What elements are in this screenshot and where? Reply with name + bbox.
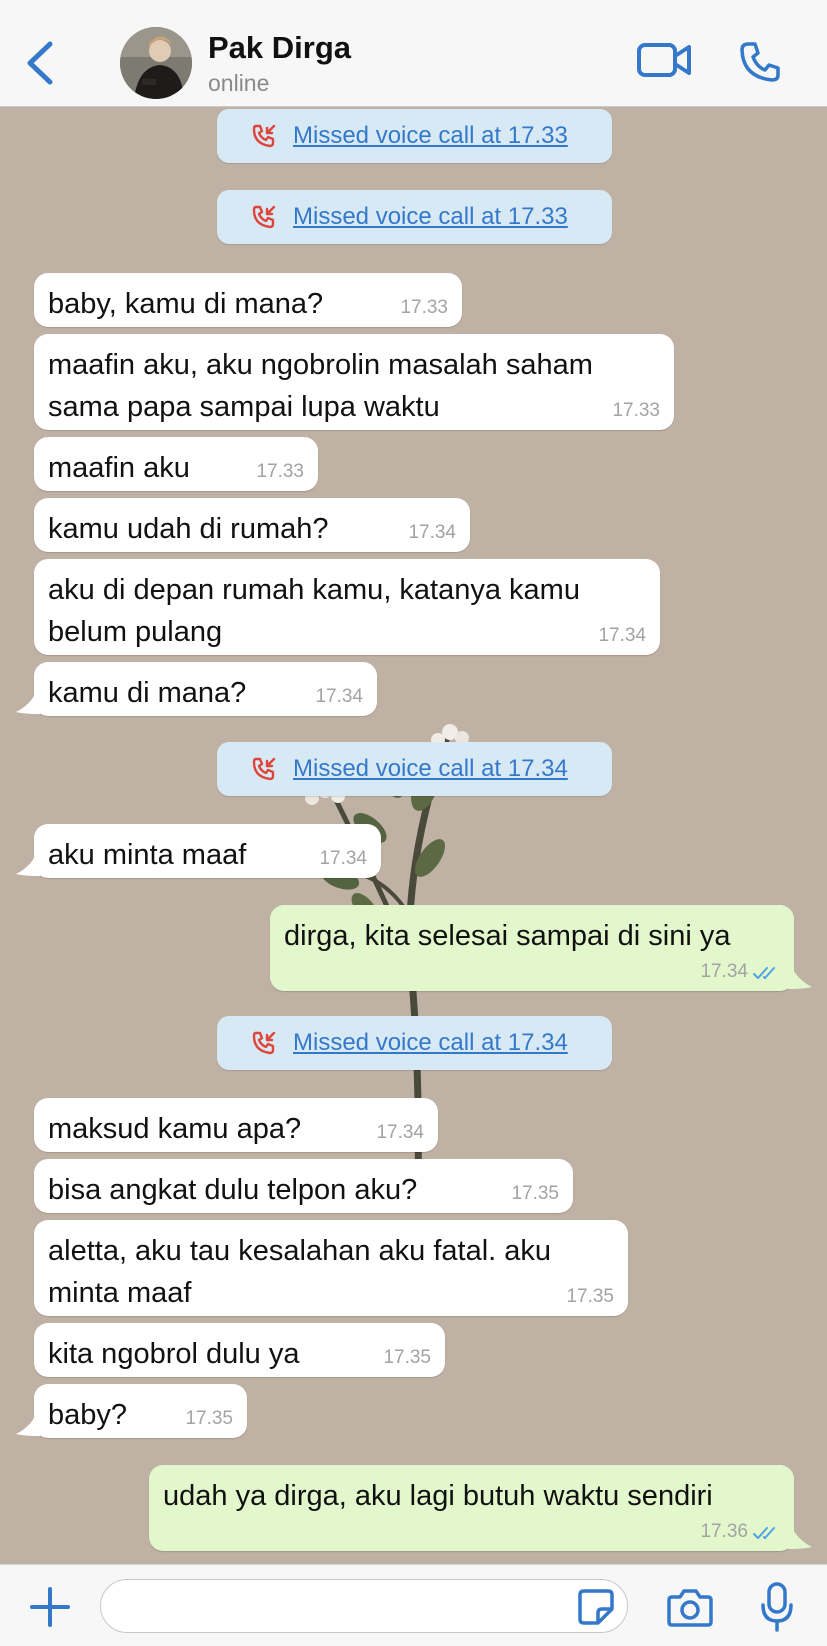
message-line: maafin aku, aku ngobrolin masalah saham	[48, 349, 593, 381]
message-timestamp: 17.34	[319, 848, 367, 869]
message-line: maafin aku	[48, 452, 190, 484]
chevron-left-icon[interactable]	[22, 38, 58, 88]
chat-messages[interactable]: Missed voice call at 17.33 Missed voice c…	[0, 108, 827, 1564]
missed-call-icon	[252, 757, 276, 781]
message-text: maafin aku	[48, 447, 190, 489]
bubble-tail	[16, 1418, 40, 1436]
message-timestamp: 17.34	[376, 1122, 424, 1143]
incoming-message[interactable]: kita ngobrol dulu ya 17.35	[34, 1323, 445, 1377]
message-line: udah ya dirga, aku lagi butuh waktu send…	[163, 1480, 713, 1512]
message-text: udah ya dirga, aku lagi butuh waktu send…	[163, 1475, 713, 1517]
message-line: baby, kamu di mana?	[48, 288, 324, 320]
contact-status: online	[208, 70, 270, 96]
message-text: baby, kamu di mana?	[48, 283, 323, 325]
missed-call-text[interactable]: Missed voice call at 17.34	[293, 755, 568, 783]
missed-call-notice[interactable]: Missed voice call at 17.34	[217, 742, 612, 796]
incoming-message[interactable]: baby? 17.35	[34, 1384, 247, 1438]
message-timestamp: 17.33	[400, 297, 448, 318]
read-receipt-icon	[753, 967, 775, 979]
message-timestamp: 17.34	[408, 522, 456, 543]
message-timestamp: 17.33	[612, 400, 660, 421]
sticker-icon[interactable]	[576, 1587, 616, 1627]
message-timestamp: 17.34	[598, 625, 646, 646]
message-line: kita ngobrol dulu ya	[48, 1338, 300, 1370]
camera-icon[interactable]	[666, 1585, 714, 1629]
video-camera-icon[interactable]	[636, 40, 692, 80]
missed-call-icon	[252, 205, 276, 229]
incoming-message[interactable]: baby, kamu di mana? 17.33	[34, 273, 462, 327]
message-text: dirga, kita selesai sampai di sini ya	[284, 915, 730, 957]
missed-call-text[interactable]: Missed voice call at 17.33	[293, 122, 568, 150]
message-timestamp: 17.35	[511, 1183, 559, 1204]
incoming-message[interactable]: maksud kamu apa? 17.34	[34, 1098, 438, 1152]
incoming-message[interactable]: bisa angkat dulu telpon aku? 17.35	[34, 1159, 573, 1213]
message-line: aletta, aku tau kesalahan aku fatal. aku	[48, 1235, 552, 1267]
missed-call-icon	[252, 124, 276, 148]
incoming-message[interactable]: aku di depan rumah kamu, katanya kamu bel…	[34, 559, 660, 655]
message-line: belum pulang	[48, 616, 223, 648]
missed-call-text[interactable]: Missed voice call at 17.33	[293, 203, 568, 231]
bubble-tail	[788, 1531, 812, 1549]
message-timestamp: 17.35	[566, 1286, 614, 1307]
message-timestamp: 17.35	[185, 1408, 233, 1429]
incoming-message[interactable]: aletta, aku tau kesalahan aku fatal. aku…	[34, 1220, 628, 1316]
message-line: baby?	[48, 1399, 128, 1431]
message-timestamp: 17.35	[383, 1347, 431, 1368]
message-line: maksud kamu apa?	[48, 1113, 302, 1145]
incoming-message[interactable]: maafin aku 17.33	[34, 437, 318, 491]
message-line: sama papa sampai lupa waktu	[48, 391, 440, 423]
message-timestamp: 17.34	[700, 961, 748, 982]
message-line: aku di depan rumah kamu, katanya kamu	[48, 574, 580, 606]
microphone-icon[interactable]	[760, 1581, 794, 1633]
chat-header: Pak Dirga online	[0, 0, 827, 107]
bubble-tail	[16, 696, 40, 714]
message-text: bisa angkat dulu telpon aku?	[48, 1169, 417, 1211]
bubble-tail	[16, 858, 40, 876]
bubble-tail	[788, 971, 812, 989]
message-text: maafin aku, aku ngobrolin masalah saham s…	[48, 344, 593, 428]
missed-call-icon	[252, 1031, 276, 1055]
outgoing-message[interactable]: udah ya dirga, aku lagi butuh waktu send…	[149, 1465, 794, 1551]
incoming-message[interactable]: kamu di mana? 17.34	[34, 662, 377, 716]
message-line: dirga, kita selesai sampai di sini ya	[284, 920, 731, 952]
message-line: kamu di mana?	[48, 677, 247, 709]
avatar[interactable]	[120, 27, 192, 99]
message-text: kita ngobrol dulu ya	[48, 1333, 300, 1375]
contact-name[interactable]: Pak Dirga	[208, 30, 351, 66]
phone-icon[interactable]	[738, 40, 782, 84]
message-input[interactable]	[100, 1579, 628, 1633]
input-bar	[0, 1564, 827, 1646]
missed-call-notice[interactable]: Missed voice call at 17.33	[217, 190, 612, 244]
outgoing-message[interactable]: dirga, kita selesai sampai di sini ya 17.…	[270, 905, 794, 991]
message-text: aletta, aku tau kesalahan aku fatal. aku…	[48, 1230, 551, 1314]
message-text: kamu udah di rumah?	[48, 508, 329, 550]
message-line: minta maaf	[48, 1277, 192, 1309]
message-text: kamu di mana?	[48, 672, 246, 714]
missed-call-notice[interactable]: Missed voice call at 17.34	[217, 1016, 612, 1070]
read-receipt-icon	[753, 1527, 775, 1539]
message-line: aku minta maaf	[48, 839, 247, 871]
message-line: kamu udah di rumah?	[48, 513, 329, 545]
incoming-message[interactable]: kamu udah di rumah? 17.34	[34, 498, 470, 552]
incoming-message[interactable]: aku minta maaf 17.34	[34, 824, 381, 878]
missed-call-notice[interactable]: Missed voice call at 17.33	[217, 109, 612, 163]
message-line: bisa angkat dulu telpon aku?	[48, 1174, 418, 1206]
missed-call-text[interactable]: Missed voice call at 17.34	[293, 1029, 568, 1057]
message-timestamp: 17.34	[315, 686, 363, 707]
message-text: aku minta maaf	[48, 834, 246, 876]
message-timestamp: 17.36	[700, 1521, 748, 1542]
plus-icon[interactable]	[28, 1585, 72, 1629]
message-timestamp: 17.33	[256, 461, 304, 482]
message-text: maksud kamu apa?	[48, 1108, 301, 1150]
incoming-message[interactable]: maafin aku, aku ngobrolin masalah saham s…	[34, 334, 674, 430]
message-text: baby?	[48, 1394, 127, 1436]
message-text: aku di depan rumah kamu, katanya kamu bel…	[48, 569, 580, 653]
